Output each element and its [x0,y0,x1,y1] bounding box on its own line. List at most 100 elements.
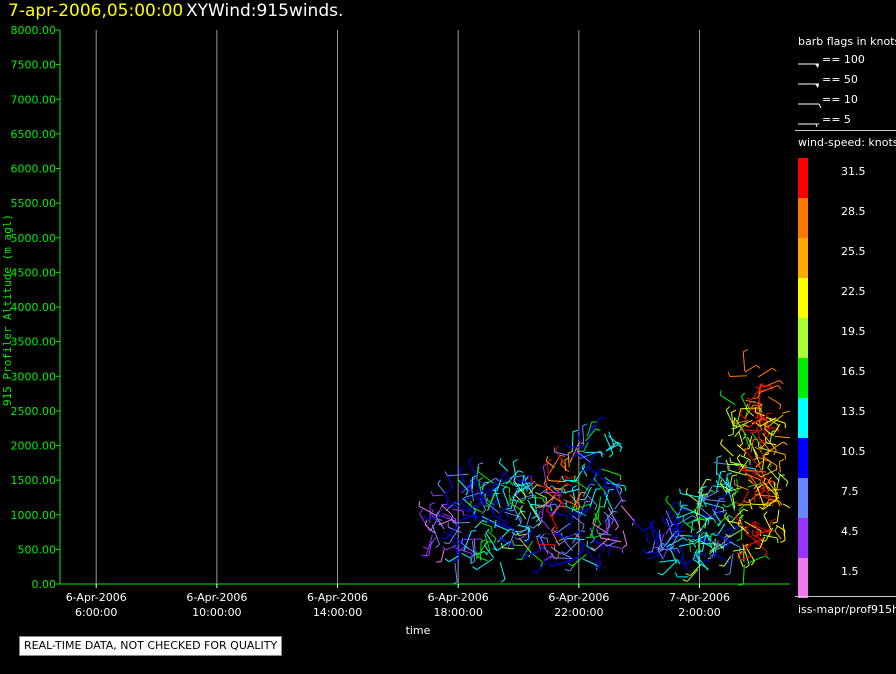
wind-barb-flag [472,566,477,571]
y-tick-label: 2000.00 [11,440,57,453]
wind-barb [757,431,761,443]
wind-barb-flag [573,475,576,481]
wind-barb-flag [680,541,686,546]
wind-barb [567,515,575,530]
wind-barb-flag [509,481,514,486]
wind-barb [582,507,591,516]
x-tick-time: 10:00:00 [192,606,241,619]
speed-legend-title: wind-speed: knots [798,136,896,149]
data-source-label: iss-mapr/prof915h [798,603,896,616]
wind-barb-flag [676,548,681,554]
wind-barb-flag [506,507,512,510]
wind-barb-flag [751,529,754,535]
speed-legend-label: 16.5 [841,365,866,378]
wind-barb-flag [701,486,707,489]
y-tick-label: 1500.00 [11,474,57,487]
wind-barb [719,394,736,405]
wind-barb-flag [621,548,624,554]
speed-legend-label: 1.5 [841,565,859,578]
wind-barb-flag [772,367,777,372]
wind-barb [736,457,744,469]
wind-barb [758,367,773,378]
wind-barb-flag [445,489,451,493]
legend-divider [795,130,896,131]
barb-symbol-icon [798,63,819,68]
wind-barb-flag [567,563,573,567]
wind-barb-flag [567,510,572,515]
wind-barb-flag [763,511,768,516]
speed-color-swatch [798,558,808,598]
wind-barb-flag [462,508,468,512]
wind-barb-flag [599,417,605,419]
wind-barb-flag [550,506,553,512]
speed-color-swatch [798,358,808,398]
quality-disclaimer: REAL-TIME DATA, NOT CHECKED FOR QUALITY [19,636,283,656]
wind-barb-flag [647,551,653,553]
wind-barb [436,504,444,517]
wind-barb-flag [749,504,753,510]
speed-color-swatch [798,278,808,318]
wind-barb [737,554,744,568]
x-tick-labels: 6-Apr-2006 6:00:00 6-Apr-2006 10:00:00 6-Apr… [66,591,730,619]
wind-barb [502,489,510,507]
wind-barb [620,505,635,522]
wind-barb-flag [775,465,778,471]
wind-barb [574,465,586,483]
wind-barb [735,516,748,531]
wind-barb-flag [566,515,569,521]
wind-barb [662,560,678,576]
wind-barb [543,532,561,536]
wind-barb [548,480,567,483]
wind-barb-flag [419,509,424,514]
wind-barb-flag [578,450,584,453]
wind-barb [481,522,492,528]
wind-barb-flag [478,477,484,481]
speed-legend-label: 22.5 [841,285,866,298]
wind-barb [782,410,790,414]
wind-barb-flag [760,540,766,542]
wind-barb [723,555,732,567]
wind-barb-flag [518,470,524,473]
wind-barb-flag [614,526,619,531]
wind-barb-flag [743,508,749,512]
y-tick-label: 3500.00 [11,336,57,349]
x-tick-time: 22:00:00 [554,606,603,619]
wind-barb-flag [560,454,566,457]
y-tick-label: 7500.00 [11,59,57,72]
barb-legend-row: == 10 [795,93,896,109]
wind-barb [563,540,573,552]
wind-barb [533,520,543,529]
wind-barb-flag [551,553,554,559]
x-tick-date: 6-Apr-2006 [548,591,609,604]
speed-color-swatch [798,198,808,238]
wind-barb [651,541,656,552]
speed-legend-label: 4.5 [841,525,859,538]
speed-color-swatch [798,518,808,558]
wind-barb [594,537,610,551]
wind-barb [724,516,736,530]
wind-barb-flag [592,518,595,524]
wind-barb-flag [728,433,734,437]
wind-barb [622,530,628,545]
wind-barb-flag [722,487,727,492]
wind-barb-flag [770,518,776,522]
wind-barb [690,521,694,534]
wind-barb-flag [727,561,730,567]
wind-barb-flag [699,500,705,502]
wind-barb-flag [501,508,507,511]
wind-barb [776,509,780,523]
speed-color-swatch [798,238,808,278]
wind-barb-flag [642,548,646,554]
wind-barb-flag [430,491,434,496]
wind-barb-flag [622,544,628,549]
wind-barb-flag [703,559,709,563]
wind-barb [736,444,746,453]
wind-barb-flag [725,406,731,411]
wind-barb [713,461,729,465]
wind-barb-flag [665,495,669,501]
wind-barb-flag [650,520,655,525]
wind-barb [730,375,747,378]
wind-barb [556,523,571,534]
wind-barb [753,473,769,481]
wind-barb-flag [746,398,752,401]
